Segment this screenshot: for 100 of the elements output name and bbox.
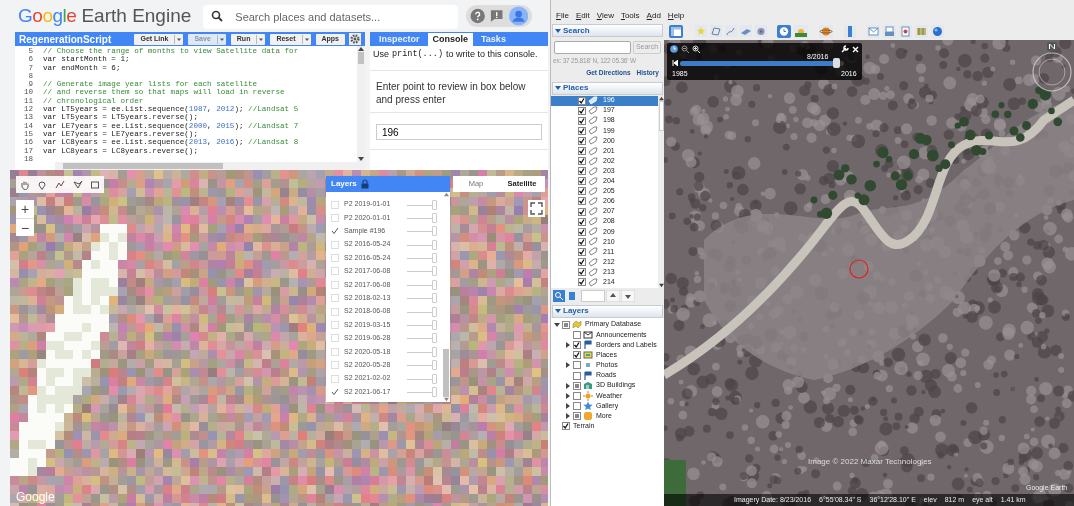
opacity-slider[interactable] <box>407 346 437 357</box>
print-icon[interactable] <box>883 24 896 38</box>
scroll-thumb[interactable] <box>63 163 223 169</box>
checkbox[interactable] <box>573 412 581 421</box>
opacity-slider[interactable] <box>407 199 437 210</box>
ruler-icon[interactable] <box>844 24 856 38</box>
checkbox[interactable] <box>578 126 586 135</box>
checkbox[interactable] <box>578 207 586 216</box>
move-up-icon[interactable] <box>606 289 620 302</box>
email-icon[interactable] <box>867 24 880 38</box>
add-polygon-icon[interactable] <box>710 25 722 37</box>
checkbox[interactable] <box>573 391 581 400</box>
planet-icon[interactable] <box>819 24 833 38</box>
opacity-slider[interactable] <box>407 320 437 330</box>
scroll-down-icon[interactable] <box>658 282 664 288</box>
zoom-in-button[interactable]: + <box>16 200 34 218</box>
hand-icon[interactable] <box>19 179 30 190</box>
checkbox[interactable] <box>573 381 581 390</box>
marker-icon[interactable] <box>37 179 48 190</box>
opacity-slider[interactable] <box>407 333 437 344</box>
checkbox[interactable] <box>573 402 581 411</box>
checkbox[interactable] <box>573 361 581 370</box>
checkbox[interactable] <box>578 197 586 206</box>
clock-icon[interactable] <box>670 45 678 53</box>
checkbox[interactable] <box>573 330 581 339</box>
layer-checkbox[interactable] <box>331 387 339 396</box>
checkbox[interactable] <box>573 351 581 360</box>
menu-item[interactable]: View <box>596 9 614 22</box>
checkbox[interactable] <box>578 217 586 226</box>
zoom-out-icon[interactable] <box>681 45 689 53</box>
settings-icon[interactable] <box>349 33 361 45</box>
map-icon[interactable] <box>915 24 928 38</box>
menu-item[interactable]: File <box>556 9 569 22</box>
expand-icon[interactable] <box>565 413 571 420</box>
move-down-icon[interactable] <box>621 289 635 302</box>
search-section-header[interactable]: Search <box>552 24 663 37</box>
checkbox[interactable] <box>578 187 586 196</box>
add-path-icon[interactable] <box>725 25 737 37</box>
horizontal-scrollbar[interactable] <box>55 162 365 170</box>
layers-section-header[interactable]: Layers <box>552 304 663 318</box>
scroll-thumb[interactable] <box>443 349 449 397</box>
help-icon[interactable] <box>470 8 486 24</box>
sidebar-toggle-icon[interactable] <box>669 24 683 38</box>
checkbox[interactable] <box>578 96 586 105</box>
save-image-icon[interactable] <box>899 24 912 38</box>
opacity-slider[interactable] <box>407 239 437 250</box>
expand-icon[interactable] <box>565 362 571 369</box>
places-name-field[interactable] <box>581 289 605 302</box>
checkbox[interactable] <box>578 147 586 155</box>
zoom-in-icon[interactable] <box>692 45 700 53</box>
location-search-field[interactable] <box>554 41 631 54</box>
layers-scrollbar[interactable] <box>442 192 450 402</box>
checkbox[interactable] <box>578 177 586 186</box>
opacity-slider[interactable] <box>407 212 437 223</box>
checkbox[interactable] <box>562 320 570 329</box>
polygon-icon[interactable] <box>72 179 83 190</box>
record-tour-icon[interactable] <box>755 25 767 37</box>
opacity-slider[interactable] <box>407 226 437 237</box>
expand-icon[interactable] <box>565 341 571 348</box>
opacity-slider[interactable] <box>407 293 437 304</box>
opacity-slider[interactable] <box>407 306 437 317</box>
menu-item[interactable]: Add <box>646 9 661 22</box>
checkbox[interactable] <box>578 268 586 277</box>
menu-item[interactable]: Help <box>667 9 685 22</box>
panel-tab[interactable]: Console <box>427 33 474 46</box>
point-input-field[interactable]: 196 <box>376 124 542 140</box>
feedback-icon[interactable] <box>489 8 505 24</box>
step-back-icon[interactable] <box>672 60 678 66</box>
opacity-slider[interactable] <box>407 386 437 397</box>
expand-icon[interactable] <box>565 403 571 410</box>
collapse-icon[interactable] <box>554 321 560 328</box>
opacity-slider[interactable] <box>407 253 437 264</box>
places-section-header[interactable]: Places <box>552 81 663 95</box>
checkbox[interactable] <box>578 278 586 287</box>
checkbox[interactable] <box>578 258 586 267</box>
expand-icon[interactable] <box>565 382 571 389</box>
checkbox[interactable] <box>578 237 586 246</box>
search-field[interactable]: Search places and datasets... <box>203 5 458 29</box>
sunlight-icon[interactable] <box>794 24 808 38</box>
zoom-out-button[interactable]: − <box>16 218 34 236</box>
time-slider-handle[interactable] <box>832 58 840 68</box>
checkbox[interactable] <box>578 167 586 176</box>
close-icon[interactable] <box>852 45 859 53</box>
line-icon[interactable] <box>55 179 65 190</box>
checkbox[interactable] <box>578 227 586 236</box>
menu-item[interactable]: Tools <box>620 9 640 22</box>
checkbox[interactable] <box>562 422 570 431</box>
checkbox[interactable] <box>578 157 586 166</box>
opacity-slider[interactable] <box>407 360 437 371</box>
opacity-slider[interactable] <box>407 279 437 290</box>
expand-icon[interactable] <box>565 392 571 399</box>
opacity-slider[interactable] <box>407 373 437 384</box>
checkbox[interactable] <box>578 247 586 256</box>
caret-icon[interactable] <box>301 34 311 44</box>
checkbox[interactable] <box>573 340 581 349</box>
add-overlay-icon[interactable] <box>740 25 752 37</box>
checkbox[interactable] <box>578 106 586 115</box>
checkbox[interactable] <box>573 371 581 380</box>
checkbox[interactable] <box>578 116 586 125</box>
search-icon[interactable] <box>553 289 565 302</box>
